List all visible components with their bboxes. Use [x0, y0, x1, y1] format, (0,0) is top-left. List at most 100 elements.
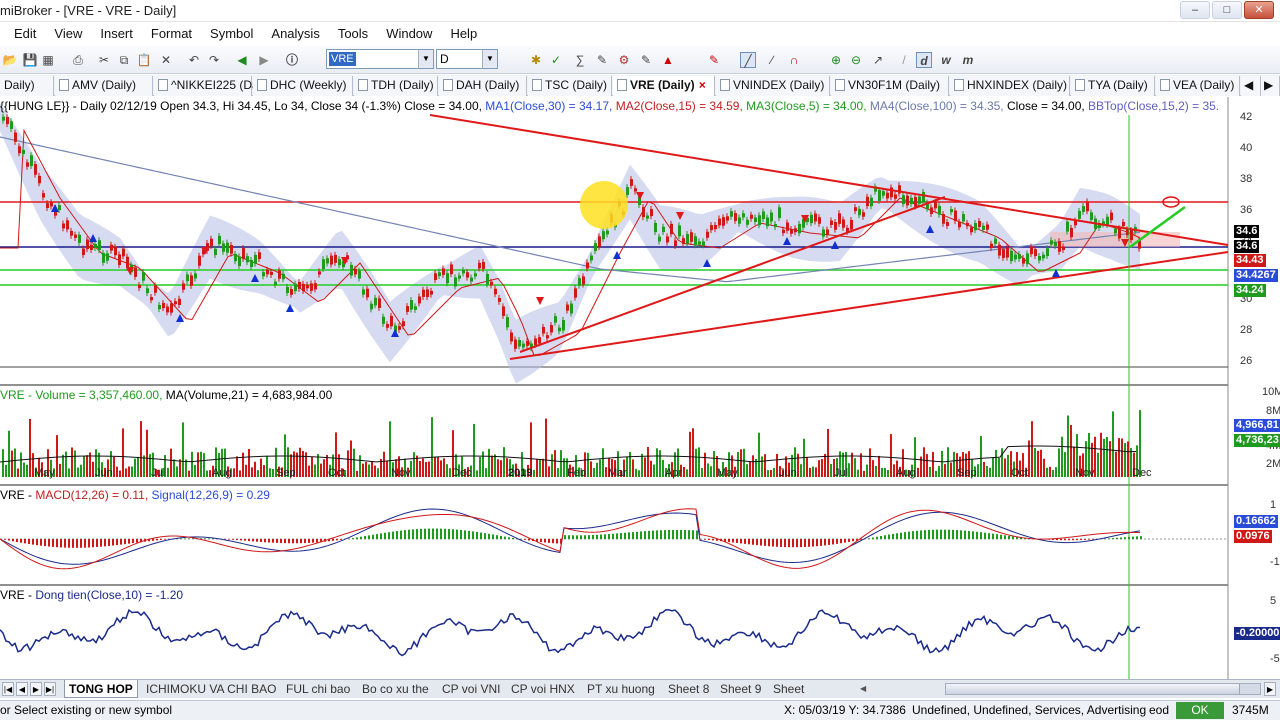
tab-dah[interactable]: DAH (Daily) — [439, 76, 527, 96]
interval-combobox[interactable]: D ▼ — [436, 49, 498, 69]
tab-vea[interactable]: VEA (Daily) — [1156, 76, 1240, 96]
document-icon — [532, 79, 542, 91]
period-m-icon[interactable]: m — [960, 52, 976, 68]
menu-edit[interactable]: Edit — [0, 23, 45, 45]
minimize-button[interactable]: – — [1180, 1, 1210, 19]
sheet-scroll-arrows[interactable]: ◀ — [860, 682, 940, 696]
tab-hnxindex[interactable]: HNXINDEX (Daily) — [950, 76, 1070, 96]
document-icon — [617, 79, 627, 91]
sheet-first-button[interactable]: |◀ — [2, 682, 14, 696]
symbol-combobox[interactable]: VRE ▼ — [326, 49, 434, 69]
pencil-icon[interactable]: ✎ — [638, 52, 654, 68]
zoom-out-icon[interactable]: ⊖ — [848, 52, 864, 68]
period-d-icon[interactable]: d — [916, 52, 932, 68]
macd-histogram-bar — [844, 539, 846, 543]
chevron-down-icon[interactable]: ▼ — [482, 50, 497, 68]
forward-icon[interactable]: ▶ — [256, 52, 272, 68]
info-icon[interactable]: ⓘ — [284, 52, 300, 68]
tab-vnindex[interactable]: VNINDEX (Daily) — [716, 76, 830, 96]
color-picker-icon[interactable]: ✎ — [706, 52, 722, 68]
chart-area[interactable]: {{HUNG LE}} - Daily 02/12/19 Open 34.3, … — [0, 97, 1280, 679]
edit-formula-icon[interactable]: ✎ — [594, 52, 610, 68]
tab-prev-daily[interactable]: Daily) — [0, 76, 54, 96]
zoom-in-icon[interactable]: ⊕ — [828, 52, 844, 68]
sheet-8[interactable]: Sheet 8 — [664, 680, 713, 698]
undo-icon[interactable]: ↶ — [186, 52, 202, 68]
arrow-tool-icon[interactable]: ↗ — [870, 52, 886, 68]
menu-insert[interactable]: Insert — [91, 23, 142, 45]
menu-view[interactable]: View — [45, 23, 91, 45]
redo-icon[interactable]: ↷ — [206, 52, 222, 68]
macd-histogram-bar — [128, 539, 130, 544]
sheet-pt-xu-huong[interactable]: PT xu huong — [583, 680, 659, 698]
save-all-icon[interactable]: ▦ — [40, 52, 56, 68]
sheet-ful-chi-bao[interactable]: FUL chi bao — [282, 680, 354, 698]
symbol-input[interactable]: VRE — [329, 52, 356, 66]
menu-format[interactable]: Format — [142, 23, 201, 45]
ray-tool-icon[interactable]: ∕ — [764, 52, 780, 68]
close-button[interactable]: ✕ — [1244, 1, 1274, 19]
chevron-down-icon[interactable]: ▼ — [418, 50, 433, 68]
indicator-icon[interactable]: ✱ — [528, 52, 544, 68]
macd-histogram-bar — [252, 539, 254, 542]
tab-tya[interactable]: TYA (Daily) — [1071, 76, 1155, 96]
sheet-bo-co-xu-the[interactable]: Bo co xu the — [358, 680, 433, 698]
menu-window[interactable]: Window — [377, 23, 441, 45]
period-w-icon[interactable]: w — [938, 52, 954, 68]
cut-icon[interactable]: ✂ — [96, 52, 112, 68]
macd-histogram-bar — [652, 530, 654, 539]
save-icon[interactable]: 💾 — [22, 52, 38, 68]
sheet-prev-button[interactable]: ◀ — [16, 682, 28, 696]
formula-icon[interactable]: ∑ — [572, 52, 588, 68]
up-candle — [218, 235, 221, 245]
tab-dhc[interactable]: DHC (Weekly) — [253, 76, 353, 96]
delete-icon[interactable]: ✕ — [158, 52, 174, 68]
volume-bar — [59, 463, 61, 477]
back-icon[interactable]: ◀ — [234, 52, 250, 68]
open-icon[interactable]: 📂 — [2, 52, 18, 68]
macd-histogram-bar — [460, 529, 462, 539]
horizontal-scrollbar[interactable] — [945, 683, 1261, 695]
scrollbar-thumb[interactable] — [946, 684, 1240, 694]
sheet-tong-hop[interactable]: TONG HOP — [64, 680, 138, 698]
down-candle — [114, 246, 117, 256]
sheet-cp-voi-hnx[interactable]: CP voi HNX — [507, 680, 579, 698]
tab-vre[interactable]: VRE (Daily) × — [613, 76, 715, 96]
volume-bar — [1055, 467, 1057, 477]
sheet-next-button[interactable]: ▶ — [30, 682, 42, 696]
paste-icon[interactable]: 📋 — [136, 52, 152, 68]
menu-help[interactable]: Help — [441, 23, 486, 45]
sheet-cp-voi-vni[interactable]: CP voi VNI — [438, 680, 504, 698]
volume-bar — [812, 466, 814, 477]
down-candle — [650, 209, 653, 217]
tab-amv[interactable]: AMV (Daily) — [55, 76, 153, 96]
sheet-last-button[interactable]: ▶| — [44, 682, 56, 696]
magnet-icon[interactable]: ∩ — [786, 52, 802, 68]
menu-analysis[interactable]: Analysis — [262, 23, 328, 45]
tab-scroll-right-button[interactable]: ▶ — [1261, 76, 1280, 96]
volume-bar — [254, 461, 256, 477]
menu-tools[interactable]: Tools — [329, 23, 377, 45]
scan-icon[interactable]: ⚙ — [616, 52, 632, 68]
sheet-9[interactable]: Sheet 9 — [716, 680, 765, 698]
daily-period-icon[interactable]: / — [896, 52, 912, 68]
copy-icon[interactable]: ⧉ — [116, 52, 132, 68]
print-icon[interactable]: ⎙ — [70, 52, 86, 68]
down-candle — [334, 254, 337, 263]
tab-tdh[interactable]: TDH (Daily) — [354, 76, 438, 96]
sheet-ichimoku[interactable]: ICHIMOKU VA CHI BAO — [142, 680, 280, 698]
tab-scroll-left-button[interactable]: ◀ — [1241, 76, 1261, 96]
maximize-button[interactable]: □ — [1212, 1, 1242, 19]
line-tool-icon[interactable]: ╱ — [740, 52, 756, 68]
menu-symbol[interactable]: Symbol — [201, 23, 262, 45]
tab-vn30f1m[interactable]: VN30F1M (Daily) — [831, 76, 949, 96]
volume-bar — [503, 447, 505, 477]
tab-nikkei225[interactable]: ^NIKKEI225 (Daily) — [154, 76, 274, 96]
volume-bar — [443, 458, 445, 477]
tab-tsc[interactable]: TSC (Daily) — [528, 76, 612, 96]
trend-icon[interactable]: ✓ — [548, 52, 564, 68]
close-tab-icon[interactable]: × — [699, 78, 706, 92]
alert-icon[interactable]: ▲ — [660, 52, 676, 68]
sheet-10[interactable]: Sheet — [769, 680, 808, 698]
scroll-right-button[interactable]: ▶ — [1264, 682, 1276, 696]
